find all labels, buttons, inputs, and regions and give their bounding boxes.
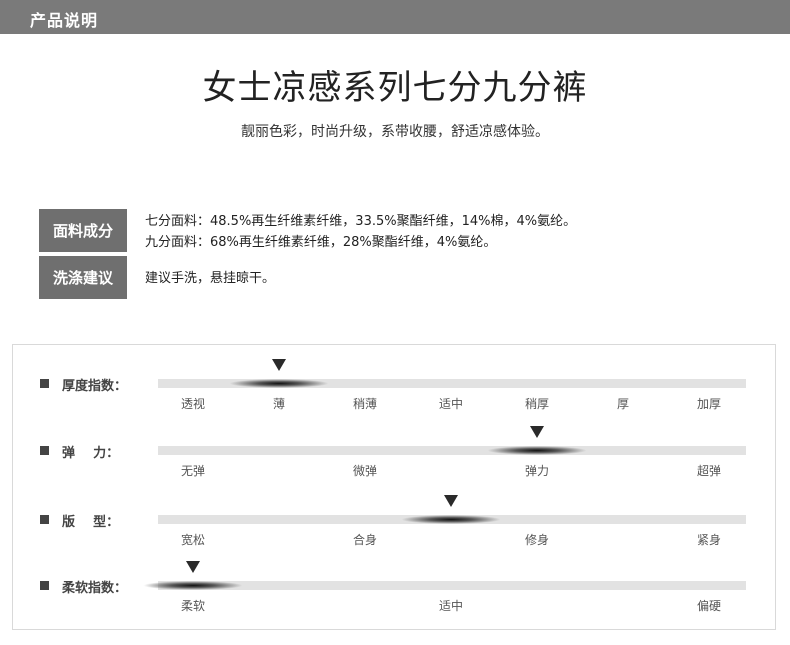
bullet-icon: [40, 581, 49, 590]
attribute-row: 版 型： 宽松 合身 修身 紧身: [0, 495, 790, 575]
product-title: 女士凉感系列七分九分裤: [202, 68, 588, 108]
attribute-row: 厚度指数： 透视 薄 稍薄 适中 稍厚 厚 加厚: [0, 359, 790, 439]
scale-track: [143, 581, 746, 590]
scale-track: [158, 446, 746, 455]
scale-indicator-glow: [143, 581, 243, 590]
scale-option-label: 偏硬: [696, 599, 722, 613]
attribute-label: 厚度指数：: [62, 379, 128, 394]
header-bar: 产品说明: [0, 0, 790, 34]
scale-track: [158, 379, 746, 388]
scale-option-label: 柔软: [180, 599, 206, 613]
scale-option-label: 无弹: [180, 464, 206, 478]
scale-indicator-glow: [229, 379, 329, 388]
attribute-row: 弹 力： 无弹 微弹 弹力 超弹: [0, 426, 790, 506]
bullet-icon: [40, 379, 49, 388]
triangle-marker-icon: [186, 561, 200, 573]
product-subtitle: 靓丽色彩，时尚升级，系带收腰，舒适凉感体验。: [241, 124, 549, 140]
scale-track: [158, 515, 746, 524]
scale-option-label: 适中: [438, 397, 464, 411]
triangle-marker-icon: [272, 359, 286, 371]
triangle-marker-icon: [444, 495, 458, 507]
attribute-label: 版 型：: [62, 515, 120, 530]
scale-option-label: 加厚: [696, 397, 722, 411]
attribute-label: 弹 力：: [62, 446, 120, 461]
bullet-icon: [40, 515, 49, 524]
scale-option-label: 厚: [616, 397, 630, 411]
scale-option-label: 微弹: [352, 464, 378, 478]
attribute-row: 柔软指数： 柔软 适中 偏硬: [0, 561, 790, 641]
scale-option-label: 修身: [524, 533, 550, 547]
bullet-icon: [40, 446, 49, 455]
scale-option-label: 稍厚: [524, 397, 550, 411]
scale-option-label: 合身: [352, 533, 378, 547]
triangle-marker-icon: [530, 426, 544, 438]
material-line-2: 九分面料：68%再生纤维素纤维，28%聚酯纤维，4%氨纶。: [145, 235, 497, 250]
washing-text: 建议手洗，悬挂晾干。: [145, 271, 276, 286]
material-label: 面料成分: [39, 209, 127, 252]
scale-option-label: 弹力: [524, 464, 550, 478]
scale-option-label: 透视: [180, 397, 206, 411]
washing-label: 洗涤建议: [39, 256, 127, 299]
scale-option-label: 紧身: [696, 533, 722, 547]
attribute-label: 柔软指数：: [62, 581, 128, 596]
scale-option-label: 宽松: [180, 533, 206, 547]
scale-option-label: 适中: [438, 599, 464, 613]
scale-option-label: 超弹: [696, 464, 722, 478]
scale-indicator-glow: [401, 515, 501, 524]
scale-indicator-glow: [487, 446, 587, 455]
header-title: 产品说明: [30, 11, 99, 30]
scale-option-label: 薄: [272, 397, 286, 411]
scale-option-label: 稍薄: [352, 397, 378, 411]
material-line-1: 七分面料：48.5%再生纤维素纤维，33.5%聚酯纤维，14%棉，4%氨纶。: [145, 214, 577, 229]
